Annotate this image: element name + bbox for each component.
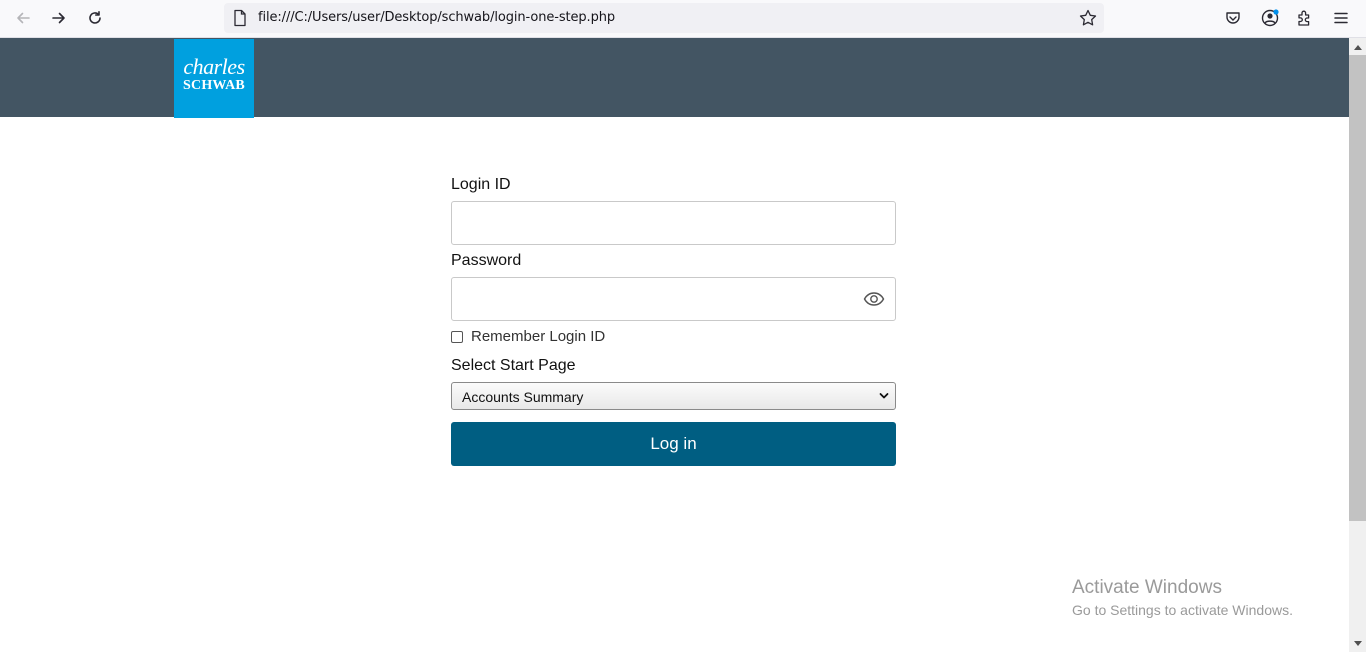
page-icon: [234, 9, 246, 27]
back-arrow-icon: [17, 12, 30, 24]
start-page-select[interactable]: Accounts Summary: [451, 382, 896, 410]
puzzle-icon: [1298, 10, 1310, 26]
activate-windows-title: Activate Windows: [1072, 577, 1222, 598]
account-button[interactable]: [1256, 5, 1284, 31]
reload-button[interactable]: [81, 5, 109, 31]
site-header: charles SCHWAB: [0, 38, 1349, 118]
pocket-button[interactable]: [1219, 5, 1247, 31]
remember-login-label: Remember Login ID: [471, 328, 606, 345]
forward-arrow-icon: [52, 12, 65, 24]
start-page-label: Select Start Page: [451, 357, 576, 374]
scroll-up-button[interactable]: [1349, 38, 1366, 55]
login-id-label: Login ID: [451, 176, 511, 193]
forward-button[interactable]: [45, 5, 73, 31]
scroll-thumb[interactable]: [1349, 55, 1366, 521]
account-icon: [1261, 9, 1279, 27]
back-button[interactable]: [9, 5, 37, 31]
scroll-up-arrow-icon: [1353, 44, 1362, 50]
browser-toolbar: file:///C:/Users/user/Desktop/schwab/log…: [0, 0, 1366, 38]
show-password-eye-icon[interactable]: [863, 291, 885, 307]
extensions-button[interactable]: [1291, 5, 1319, 31]
hamburger-menu-icon: [1334, 12, 1348, 24]
remember-login-checkbox[interactable]: [451, 330, 463, 343]
scroll-down-button[interactable]: [1349, 635, 1366, 652]
chevron-down-icon: [879, 393, 889, 399]
remember-login-row[interactable]: Remember Login ID: [451, 328, 605, 345]
password-label: Password: [451, 252, 522, 269]
schwab-logo[interactable]: charles SCHWAB: [174, 39, 254, 118]
activate-windows-watermark: Activate Windows Go to Settings to activ…: [1072, 577, 1293, 618]
login-button[interactable]: Log in: [451, 422, 896, 466]
pocket-icon: [1226, 12, 1240, 24]
page-viewport: charles SCHWAB Login ID Password Remembe…: [0, 38, 1349, 652]
vertical-scrollbar[interactable]: [1349, 38, 1366, 652]
bookmark-star-icon[interactable]: [1078, 8, 1098, 28]
login-id-input[interactable]: [451, 201, 896, 245]
logo-text-charles: charles: [183, 54, 245, 79]
scroll-down-arrow-icon: [1353, 640, 1362, 646]
password-input[interactable]: [451, 277, 896, 321]
menu-button[interactable]: [1327, 5, 1355, 31]
reload-icon: [89, 11, 101, 24]
start-page-selected-value: Accounts Summary: [462, 389, 584, 405]
activate-windows-subtitle: Go to Settings to activate Windows.: [1072, 602, 1293, 618]
url-text: file:///C:/Users/user/Desktop/schwab/log…: [258, 10, 616, 25]
address-bar[interactable]: file:///C:/Users/user/Desktop/schwab/log…: [224, 3, 1104, 33]
logo-text-schwab: SCHWAB: [183, 78, 245, 93]
